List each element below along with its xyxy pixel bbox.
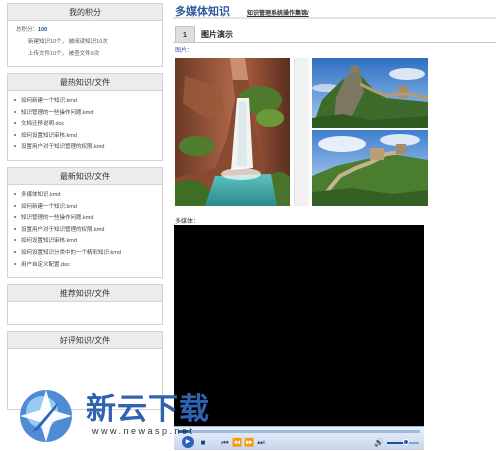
bullet-icon: [14, 239, 16, 242]
great-wall-image-2: [312, 130, 428, 206]
latest-link[interactable]: 如何设置知识分类中的一个精彩知识.kmd: [21, 250, 121, 256]
my-points-box: 我的积分 总积分：100 新建知识10个， 被阅读知识10次 上传文件10个， …: [7, 3, 163, 67]
volume-knob[interactable]: [403, 439, 410, 445]
stop-icon[interactable]: ■: [198, 437, 208, 448]
rewind-icon[interactable]: ⏪: [232, 437, 242, 448]
list-item: 设置用户对于知识管理的权限.kmd: [12, 142, 154, 154]
section-header: 1 图片演示: [173, 26, 496, 43]
latest-link[interactable]: 多媒体知识.kmd: [21, 192, 60, 198]
bullet-icon: [14, 204, 16, 207]
list-item: 文档迁移说明.doc: [12, 119, 154, 131]
waterfall-photo[interactable]: [175, 58, 290, 206]
main-content: 多媒体知识 知识管理系统操作集锦/ 1 图片演示 图片： 多媒体：: [173, 3, 496, 227]
volume-slider[interactable]: [387, 439, 419, 445]
bullet-icon: [14, 227, 16, 230]
rated-knowledge-box: 好评知识/文件: [7, 331, 163, 411]
list-item: 设置用户对于知识管理的权限.kmd: [12, 225, 154, 237]
list-item: 知识管理的一些操作问题.kmd: [12, 108, 154, 120]
player-controls: ▶ ■ ⏮ ⏪ ⏩ ⏭ 🔊: [174, 426, 424, 450]
section-title: 图片演示: [201, 30, 233, 39]
my-points-title: 我的积分: [8, 4, 162, 21]
sidebar: 我的积分 总积分：100 新建知识10个， 被阅读知识10次 上传文件10个， …: [7, 3, 163, 416]
great-wall-photo-2[interactable]: [312, 130, 428, 206]
file-stats: 上传文件10个， 被查文件0次: [28, 51, 100, 57]
waterfall-image: [175, 58, 290, 206]
bullet-icon: [14, 145, 16, 148]
title-row: 多媒体知识 知识管理系统操作集锦/: [173, 3, 496, 19]
recommended-knowledge-box: 推荐知识/文件: [7, 284, 163, 326]
hot-link[interactable]: 如何新建一个知识.kmd: [21, 98, 77, 104]
list-item: 如何新建一个知识.kmd: [12, 96, 154, 108]
bullet-icon: [14, 122, 16, 125]
hot-knowledge-box: 最热知识/文件 如何新建一个知识.kmd 知识管理的一些操作问题.kmd 文档迁…: [7, 73, 163, 161]
latest-link[interactable]: 如何设置知识审核.kmd: [21, 238, 77, 244]
images-caption: 图片：: [175, 48, 194, 54]
bullet-icon: [14, 193, 16, 196]
bullet-icon: [14, 99, 16, 102]
latest-link[interactable]: 知识管理的一些操作问题.kmd: [21, 215, 93, 221]
bullet-icon: [14, 250, 16, 253]
list-item: 如何设置知识审核.kmd: [12, 236, 154, 248]
knowledge-stats: 新建知识10个， 被阅读知识10次: [28, 39, 108, 45]
previous-icon[interactable]: ⏮: [220, 437, 230, 448]
image-gallery: [173, 58, 496, 210]
next-icon[interactable]: ⏭: [256, 437, 266, 448]
hot-link[interactable]: 知识管理的一些操作问题.kmd: [21, 110, 93, 116]
latest-link[interactable]: 用户自定义配置.doc: [21, 262, 70, 268]
total-points: 总积分：100: [16, 27, 48, 33]
hot-link[interactable]: 如何设置知识审核.kmd: [21, 133, 77, 139]
hot-link[interactable]: 设置用户对于知识管理的权限.kmd: [21, 144, 104, 150]
category-link[interactable]: 知识管理系统操作集锦/: [247, 8, 309, 17]
seek-bar[interactable]: [178, 430, 420, 433]
hot-knowledge-title: 最热知识/文件: [8, 74, 162, 91]
section-number: 1: [175, 26, 195, 43]
list-item: 如何设置知识分类中的一个精彩知识.kmd: [12, 248, 154, 260]
play-icon[interactable]: ▶: [182, 436, 194, 448]
page-title: 多媒体知识: [175, 6, 230, 18]
bullet-icon: [14, 133, 16, 136]
great-wall-photo[interactable]: [312, 58, 428, 128]
list-item: 如何设置知识审核.kmd: [12, 131, 154, 143]
total-points-value: 100: [38, 27, 48, 33]
bullet-icon: [14, 216, 16, 219]
seek-progress: [178, 430, 191, 433]
latest-link[interactable]: 如何新建一个知识.kmd: [21, 204, 77, 210]
great-wall-image: [312, 58, 428, 128]
recommended-knowledge-title: 推荐知识/文件: [8, 285, 162, 303]
list-item: 用户自定义配置.doc: [12, 260, 154, 272]
latest-knowledge-title: 最新知识/文件: [8, 167, 162, 185]
list-item: 多媒体知识.kmd: [12, 190, 154, 202]
latest-link[interactable]: 设置用户对于知识管理的权限.kmd: [21, 227, 104, 233]
bullet-icon: [14, 262, 16, 265]
rated-knowledge-title: 好评知识/文件: [8, 332, 162, 350]
hot-link[interactable]: 文档迁移说明.doc: [21, 121, 64, 127]
media-player[interactable]: ▶ ■ ⏮ ⏪ ⏩ ⏭ 🔊: [174, 225, 424, 450]
bullet-icon: [14, 110, 16, 113]
gallery-separator: [294, 58, 309, 206]
volume-icon[interactable]: 🔊: [374, 437, 384, 448]
latest-knowledge-box: 最新知识/文件 多媒体知识.kmd 如何新建一个知识.kmd 知识管理的一些操作…: [7, 166, 163, 279]
list-item: 知识管理的一些操作问题.kmd: [12, 213, 154, 225]
fast-forward-icon[interactable]: ⏩: [244, 437, 254, 448]
list-item: 如何新建一个知识.kmd: [12, 202, 154, 214]
